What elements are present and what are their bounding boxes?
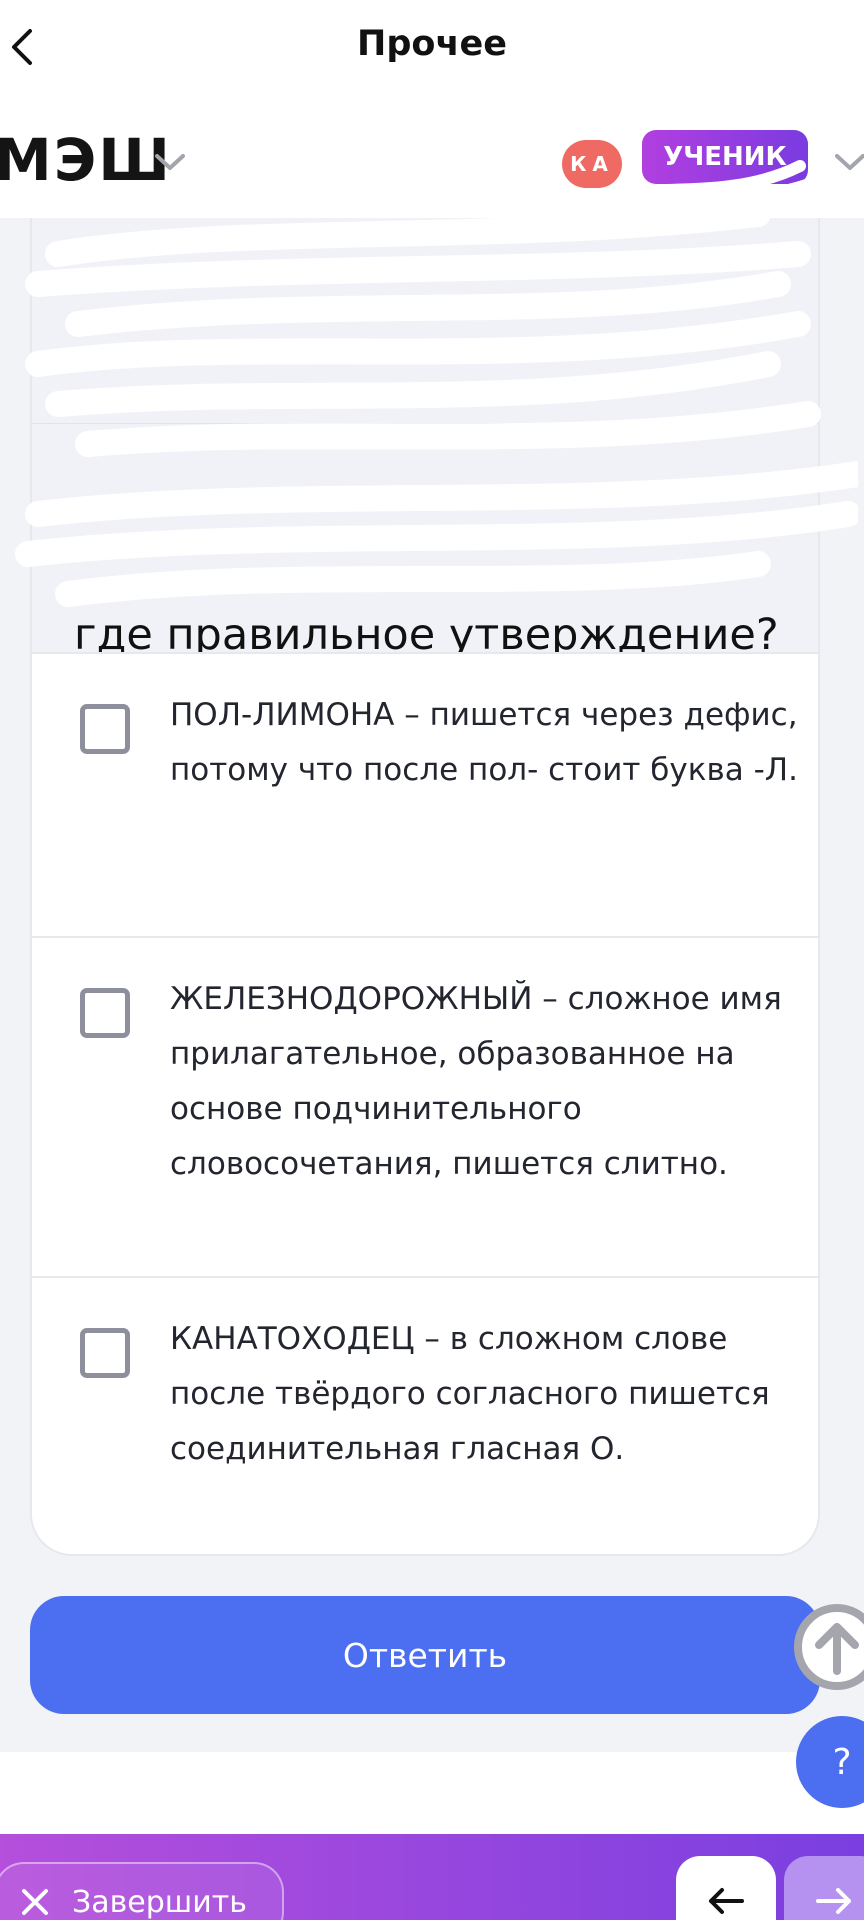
redaction-scribble <box>544 160 836 222</box>
finish-label: Завершить <box>72 1884 247 1920</box>
app-header: МЭШ КА УЧЕНИК <box>0 96 864 222</box>
arrow-right-icon <box>816 1888 851 1914</box>
option-checkbox[interactable] <box>80 1328 130 1378</box>
option-text: ЖЕЛЕЗНОДОРОЖНЫЙ – сложное имя прилагател… <box>170 981 782 1182</box>
submit-button[interactable]: Ответить <box>30 1596 820 1714</box>
answer-option[interactable]: ЖЕЛЕЗНОДОРОЖНЫЙ – сложное имя прилагател… <box>32 936 818 1276</box>
finish-button[interactable]: Завершить <box>0 1862 284 1920</box>
chevron-down-icon[interactable] <box>152 150 188 174</box>
redaction-scribble <box>15 214 858 607</box>
content-footer <box>0 1752 864 1834</box>
answer-option[interactable]: ПОЛ-ЛИМОНА – пишется через дефис, потому… <box>32 652 818 936</box>
arrow-up-icon <box>815 1623 859 1675</box>
question-card: где правильное утверждение? ПОЛ-ЛИМОНА –… <box>15 214 858 1556</box>
close-icon <box>22 1889 48 1915</box>
page-title: Прочее <box>357 24 507 64</box>
app-logo: МЭШ <box>0 126 172 194</box>
option-text: КАНАТОХОДЕЦ – в сложном слове после твёр… <box>170 1321 770 1467</box>
top-nav-bar: Прочее <box>0 0 864 96</box>
previous-question-button[interactable] <box>676 1856 776 1920</box>
option-text: ПОЛ-ЛИМОНА – пишется через дефис, потому… <box>170 697 798 788</box>
answer-option[interactable]: КАНАТОХОДЕЦ – в сложном слове после твёр… <box>32 1276 818 1552</box>
next-question-button[interactable] <box>784 1856 864 1920</box>
option-checkbox[interactable] <box>80 704 130 754</box>
arrow-left-icon <box>709 1888 744 1914</box>
option-checkbox[interactable] <box>80 988 130 1038</box>
